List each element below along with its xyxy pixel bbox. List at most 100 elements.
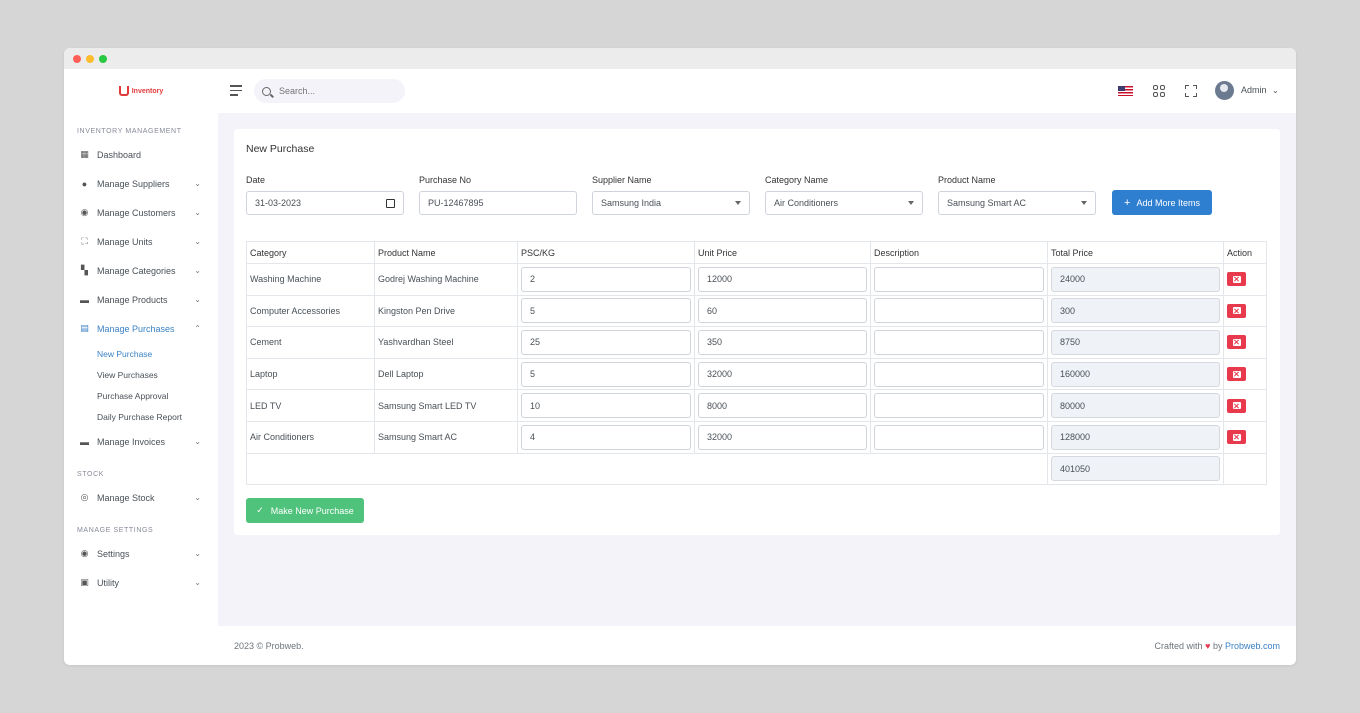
invoices-icon: ▬ (80, 436, 89, 447)
description-input[interactable] (874, 298, 1044, 324)
description-input[interactable] (874, 393, 1044, 419)
minimize-window-button[interactable] (86, 54, 94, 63)
check-icon: ✓ (256, 505, 264, 515)
header-product-name: Product Name (374, 241, 518, 264)
unit-price-input[interactable]: 32000 (698, 424, 867, 450)
us-flag-icon[interactable] (1118, 86, 1133, 96)
qty-input[interactable]: 4 (521, 424, 691, 450)
delete-icon (1232, 338, 1241, 346)
delete-row-button[interactable] (1227, 303, 1246, 318)
header-category: Category (246, 241, 375, 264)
calendar-icon[interactable] (386, 199, 395, 208)
purchase-no-value: PU-12467895 (428, 198, 484, 208)
cell-category: LED TV (246, 389, 375, 422)
delete-row-button[interactable] (1227, 430, 1246, 445)
date-field[interactable]: 31-03-2023 (246, 191, 404, 215)
table-row: Washing Machine Godrej Washing Machine 2 12… (246, 263, 1267, 296)
table-row: Air Conditioners Samsung Smart AC 4 32000 12… (246, 420, 1267, 454)
sidebar-item-dashboard[interactable]: ▦ Dashboard (64, 140, 218, 169)
unit-price-input[interactable]: 12000 (698, 266, 867, 292)
app-logo[interactable]: Inventory (64, 69, 218, 113)
qty-input[interactable]: 5 (521, 361, 691, 387)
products-icon: ▬ (80, 294, 89, 305)
supplier-label: Supplier Name (592, 175, 652, 185)
sidebar-section-inventory: INVENTORY MANAGEMENT (77, 128, 182, 135)
sidebar-subitem-new-purchase[interactable]: New Purchase (64, 343, 218, 364)
unit-price-input[interactable]: 350 (698, 329, 867, 355)
chevron-up-icon: ⌃ (194, 324, 201, 333)
sidebar-item-label: Manage Categories (97, 265, 176, 276)
sidebar-item-utility[interactable]: ▣ Utility ⌄ (64, 568, 218, 597)
add-more-items-button[interactable]: + Add More Items (1112, 190, 1212, 215)
sidebar-item-label: Manage Units (97, 236, 153, 247)
probweb-link[interactable]: Probweb.com (1225, 641, 1280, 651)
sidebar-subitem-view-purchases[interactable]: View Purchases (64, 364, 218, 385)
user-menu[interactable]: Admin ⌄ (1241, 85, 1279, 95)
make-new-purchase-button[interactable]: ✓ Make New Purchase (246, 498, 364, 523)
categories-icon: ▚ (81, 265, 88, 275)
delete-row-button[interactable] (1227, 335, 1246, 350)
delete-row-button[interactable] (1227, 398, 1246, 413)
purchases-icon: ▤ (80, 323, 89, 333)
sidebar-item-manage-stock[interactable]: ◎ Manage Stock ⌄ (64, 483, 218, 512)
maximize-window-button[interactable] (99, 54, 107, 63)
chevron-down-icon: ⌄ (194, 437, 201, 446)
customer-icon: ◉ (80, 207, 89, 217)
sidebar-item-manage-categories[interactable]: ▚ Manage Categories ⌄ (64, 256, 218, 285)
sidebar-item-label: Manage Invoices (97, 436, 166, 447)
grand-total-field: 401050 (1051, 456, 1220, 482)
avatar[interactable] (1215, 81, 1234, 100)
delete-icon (1232, 275, 1241, 283)
header-action: Action (1223, 241, 1267, 264)
dashboard-icon: ▦ (80, 149, 89, 159)
sidebar-subitem-purchase-approval[interactable]: Purchase Approval (64, 385, 218, 406)
unit-price-input[interactable]: 32000 (698, 361, 867, 387)
user-icon: ● (81, 178, 88, 189)
sidebar-item-manage-products[interactable]: ▬ Manage Products ⌄ (64, 285, 218, 314)
unit-price-input[interactable]: 60 (698, 298, 867, 324)
cell-product: Samsung Smart AC (374, 420, 518, 454)
qty-input[interactable]: 5 (521, 298, 691, 324)
sidebar-item-label: Manage Purchases (97, 323, 175, 334)
sidebar-item-manage-purchases[interactable]: ▤ Manage Purchases ⌃ (64, 314, 218, 343)
qty-input[interactable]: 10 (521, 393, 691, 419)
search-input[interactable] (279, 86, 389, 96)
sidebar-item-settings[interactable]: ◉ Settings ⌄ (64, 539, 218, 568)
total-price-field: 80000 (1051, 393, 1220, 419)
product-select[interactable]: Samsung Smart AC (938, 191, 1096, 215)
supplier-select[interactable]: Samsung India (592, 191, 750, 215)
total-price-field: 128000 (1051, 424, 1220, 450)
fullscreen-icon[interactable] (1185, 85, 1197, 97)
apps-grid-icon[interactable] (1153, 85, 1165, 97)
cell-category: Computer Accessories (246, 294, 375, 328)
sidebar-item-manage-invoices[interactable]: ▬ Manage Invoices ⌄ (64, 427, 218, 456)
chevron-down-icon: ⌄ (194, 237, 201, 246)
search-box[interactable] (254, 79, 405, 103)
unit-price-input[interactable]: 8000 (698, 393, 867, 419)
sidebar-item-manage-suppliers[interactable]: ● Manage Suppliers ⌄ (64, 169, 218, 198)
description-input[interactable] (874, 329, 1044, 355)
sidebar-subitem-daily-purchase-report[interactable]: Daily Purchase Report (64, 406, 218, 427)
cell-product: Samsung Smart LED TV (374, 389, 518, 422)
sidebar: Inventory INVENTORY MANAGEMENT ▦ Dashboa… (64, 69, 218, 665)
utility-icon: ▣ (80, 577, 89, 587)
description-input[interactable] (874, 361, 1044, 387)
close-window-button[interactable] (73, 54, 81, 63)
category-value: Air Conditioners (774, 198, 839, 208)
crafted-by: Crafted with ♥ by Probweb.com (1155, 641, 1280, 651)
description-input[interactable] (874, 424, 1044, 450)
crafted-prefix: Crafted with (1154, 640, 1203, 651)
header-description: Description (870, 241, 1048, 264)
sidebar-item-manage-units[interactable]: ⛶ Manage Units ⌄ (64, 227, 218, 256)
new-purchase-card: New Purchase Date 31-03-2023 Purchase No… (234, 129, 1280, 535)
delete-row-button[interactable] (1227, 367, 1246, 382)
category-select[interactable]: Air Conditioners (765, 191, 923, 215)
qty-input[interactable]: 2 (521, 266, 691, 292)
purchase-no-field[interactable]: PU-12467895 (419, 191, 577, 215)
purchase-items-table: Category Product Name PSC/KG Unit Price … (246, 241, 1267, 486)
qty-input[interactable]: 25 (521, 329, 691, 355)
menu-toggle-icon[interactable] (230, 85, 242, 96)
description-input[interactable] (874, 266, 1044, 292)
sidebar-item-manage-customers[interactable]: ◉ Manage Customers ⌄ (64, 198, 218, 227)
delete-row-button[interactable] (1227, 272, 1246, 287)
